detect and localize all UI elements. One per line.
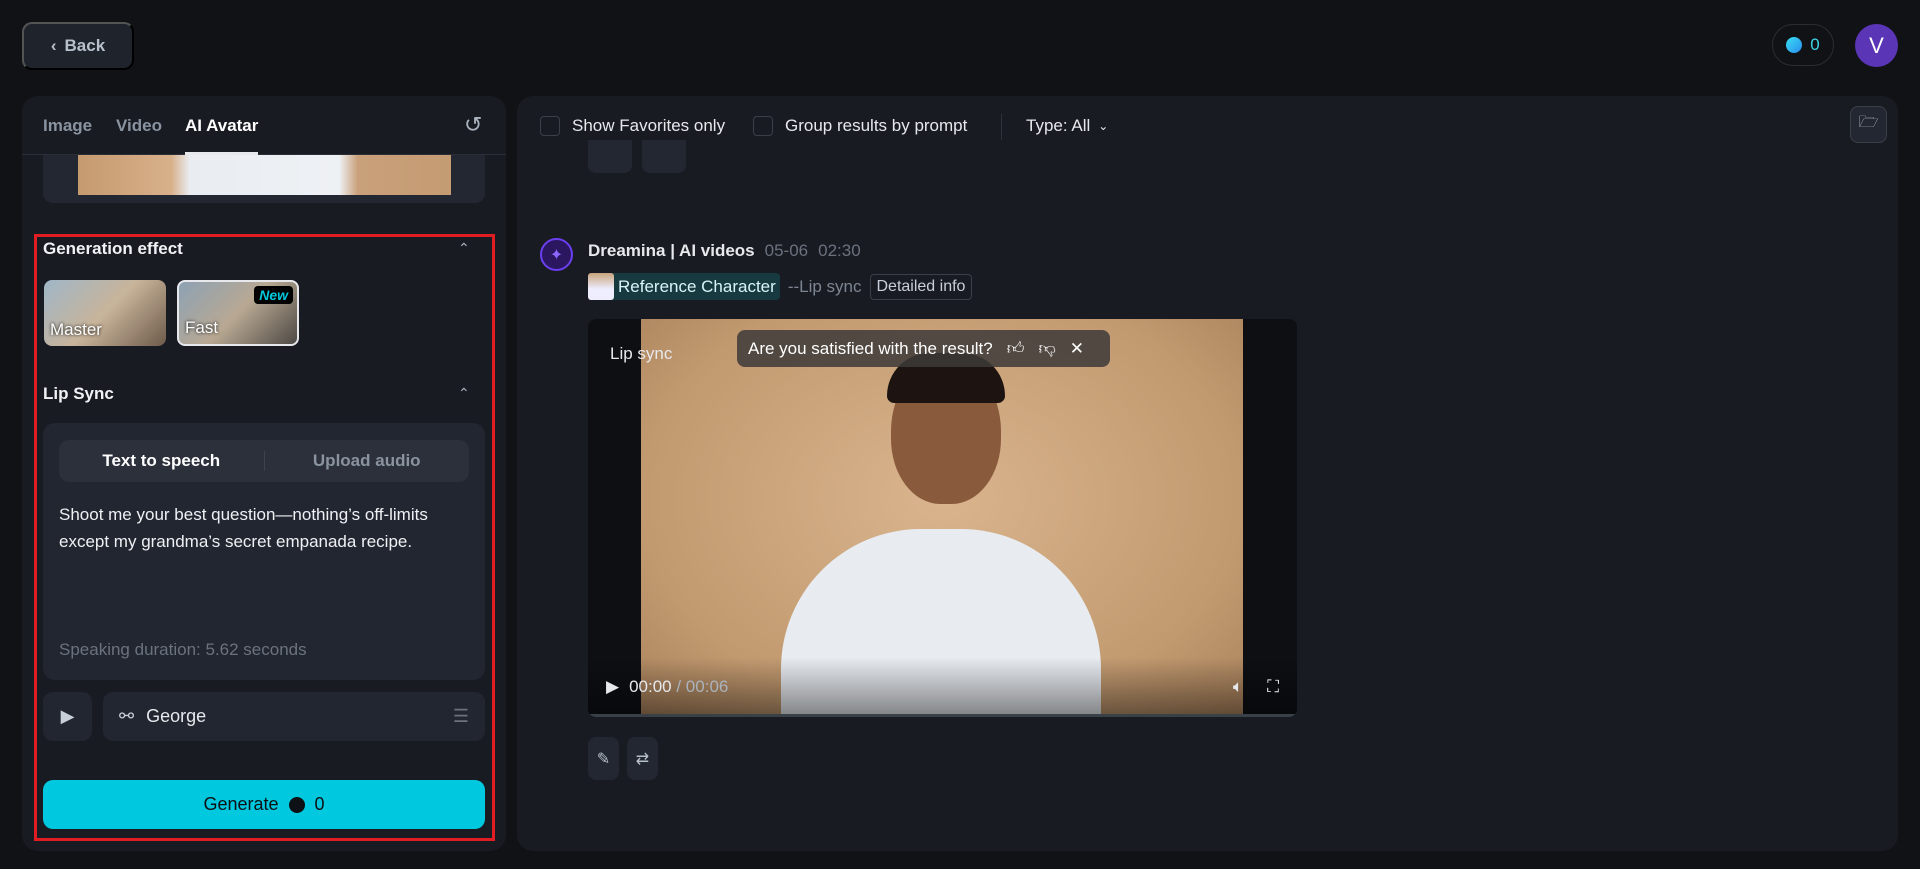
- dreamina-logo-icon: ✦: [540, 238, 573, 271]
- character-preview[interactable]: [43, 155, 485, 203]
- total-time: / 00:06: [676, 677, 729, 696]
- video-player[interactable]: Lip sync Are you satisfied with the resu…: [588, 319, 1297, 717]
- edit-button[interactable]: ✎: [588, 737, 619, 780]
- regenerate-button[interactable]: ⇄: [627, 737, 658, 780]
- play-icon: ▶: [60, 706, 75, 726]
- user-avatar[interactable]: V: [1855, 24, 1898, 67]
- voice-selector[interactable]: ⚯ George ☰: [103, 692, 485, 741]
- effect-master[interactable]: Master: [44, 280, 166, 346]
- credits-badge[interactable]: 0: [1772, 24, 1834, 66]
- effect-fast[interactable]: Fast New: [177, 280, 299, 346]
- type-filter-dropdown[interactable]: Type: All ⌄: [1026, 116, 1108, 136]
- checkbox: [753, 116, 773, 136]
- chevron-up-icon[interactable]: ⌃: [458, 240, 470, 257]
- reference-thumbnail: [588, 273, 614, 300]
- reuse-button[interactable]: [642, 140, 686, 173]
- lip-sync-title: Lip Sync: [43, 384, 114, 403]
- reference-character-tag[interactable]: Reference Character: [588, 273, 780, 300]
- speech-text-input[interactable]: Shoot me your best question—nothing’s of…: [59, 501, 459, 555]
- play-voice-button[interactable]: ▶: [43, 692, 92, 741]
- generation-effect-title: Generation effect: [43, 239, 183, 258]
- lip-sync-card: Text to speech Upload audio Shoot me you…: [43, 423, 485, 680]
- folder-button[interactable]: 🗁: [1850, 106, 1887, 143]
- character-image: [78, 155, 451, 195]
- audio-mode-toggle: Text to speech Upload audio: [59, 440, 469, 482]
- settings-sliders-icon[interactable]: ☰: [453, 706, 469, 727]
- video-controls: ▶ 00:00 / 00:06 🔈︎ ⛶: [588, 657, 1297, 717]
- video-label: Lip sync: [610, 344, 673, 363]
- thumbs-up-icon[interactable]: 👍︎: [1007, 338, 1025, 359]
- chevron-down-icon: ⌄: [1098, 119, 1109, 133]
- speaking-duration: Speaking duration: 5.62 seconds: [59, 640, 307, 659]
- current-time: 00:00: [629, 677, 672, 696]
- feedback-prompt: Are you satisfied with the result? 👍︎ 👎︎ ✕: [737, 330, 1110, 367]
- result-time: 02:30: [818, 241, 861, 260]
- result-mode: --Lip sync: [787, 276, 862, 296]
- fullscreen-icon[interactable]: ⛶: [1267, 677, 1279, 697]
- credit-icon: [1786, 37, 1803, 53]
- chevron-left-icon: ‹: [50, 36, 57, 55]
- result-title: Dreamina | AI videos: [588, 241, 755, 260]
- edit-button[interactable]: [588, 140, 632, 173]
- repeat-icon: ⇄: [635, 750, 650, 768]
- volume-icon[interactable]: 🔈︎: [1233, 677, 1243, 697]
- detailed-info-button[interactable]: Detailed info: [869, 273, 973, 300]
- folder-icon: 🗁: [1858, 114, 1879, 131]
- progress-bar[interactable]: [588, 714, 1297, 717]
- tab-video[interactable]: Video: [116, 116, 162, 136]
- result-date: 05-06: [764, 241, 809, 260]
- group-by-prompt-checkbox[interactable]: Group results by prompt: [753, 116, 967, 136]
- tab-ai-avatar[interactable]: AI Avatar: [185, 116, 259, 155]
- generate-button[interactable]: Generate 0: [43, 780, 485, 829]
- play-icon[interactable]: ▶: [606, 677, 619, 697]
- checkbox: [540, 116, 560, 136]
- divider: [1001, 114, 1002, 140]
- results-panel: Show Favorites only Group results by pro…: [517, 96, 1898, 851]
- thumbs-down-icon[interactable]: 👎︎: [1039, 338, 1056, 359]
- pencil-icon: ✎: [596, 750, 611, 768]
- tab-image[interactable]: Image: [43, 116, 92, 136]
- favorites-checkbox[interactable]: Show Favorites only: [540, 116, 725, 136]
- speaking-head-icon: ⚯: [119, 706, 135, 726]
- new-badge: New: [254, 286, 293, 304]
- tab-upload-audio[interactable]: Upload audio: [265, 451, 470, 471]
- chevron-up-icon[interactable]: ⌃: [458, 385, 470, 402]
- credit-icon: [288, 796, 305, 813]
- reset-icon[interactable]: ↺: [464, 112, 482, 138]
- mode-tabs: Image Video AI Avatar ↺: [22, 96, 506, 155]
- tab-text-to-speech[interactable]: Text to speech: [59, 451, 264, 471]
- back-button[interactable]: ‹ Back: [22, 22, 134, 70]
- close-icon[interactable]: ✕: [1070, 339, 1084, 359]
